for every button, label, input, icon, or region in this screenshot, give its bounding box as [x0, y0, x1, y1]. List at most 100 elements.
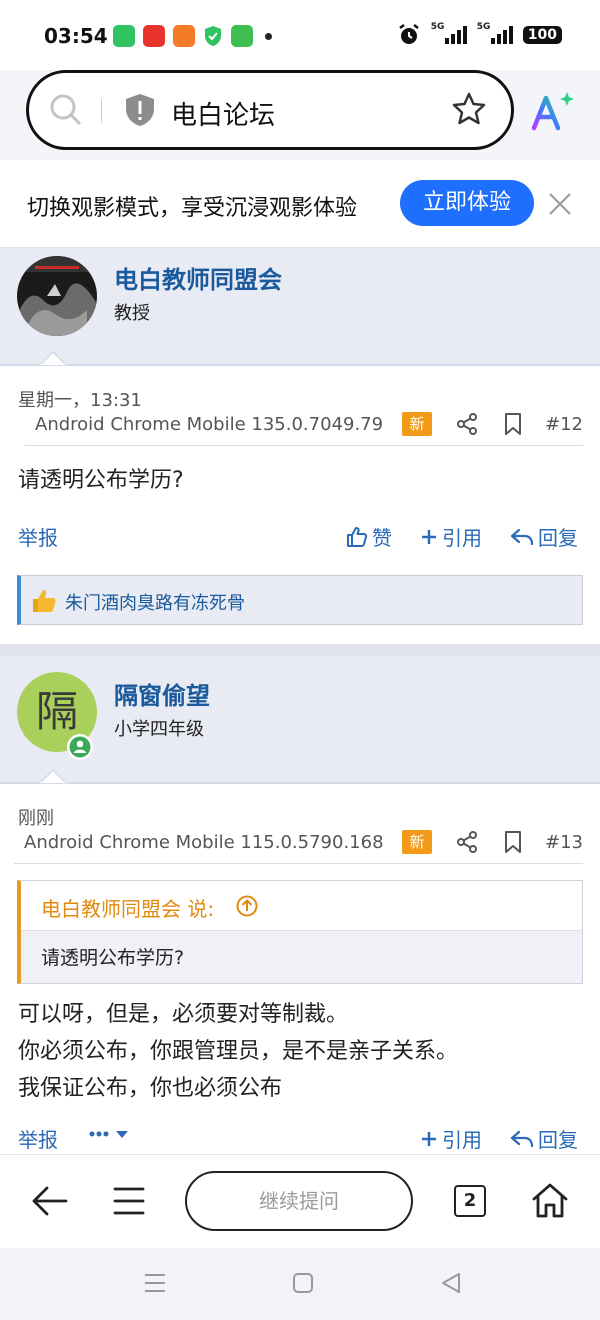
menu-icon[interactable]: [112, 1185, 146, 1217]
post-number[interactable]: #13: [545, 832, 583, 853]
promo-text: 切换观影模式，享受沉浸观影体验: [27, 196, 358, 221]
new-badge: 新: [402, 830, 432, 854]
ai-assistant-icon[interactable]: [530, 90, 574, 134]
post-body: 请透明公布学历?: [18, 462, 184, 499]
user-rank: 教授: [114, 303, 150, 324]
alarm-clock-icon: [399, 24, 419, 44]
url-text[interactable]: 电白论坛: [171, 95, 275, 132]
back-arrow-icon[interactable]: [30, 1183, 70, 1219]
close-icon[interactable]: [546, 190, 574, 218]
post-meta: Android Chrome Mobile 115.0.5790.168 新 #…: [14, 830, 583, 864]
reply-button[interactable]: 回复: [510, 522, 578, 551]
post-body-line: 请透明公布学历?: [18, 468, 184, 493]
try-now-button[interactable]: 立即体验: [400, 180, 534, 226]
share-icon[interactable]: [455, 412, 479, 436]
report-link[interactable]: 举报: [18, 1124, 58, 1153]
home-square-icon[interactable]: [292, 1272, 314, 1294]
likes-bar[interactable]: 朱门酒肉臭路有冻死骨: [17, 575, 583, 625]
quote-label: 引用: [442, 1128, 482, 1152]
quote-button[interactable]: 引用: [420, 1124, 482, 1153]
tabs-count-button[interactable]: 2: [454, 1185, 486, 1217]
signal-icon-1: 5G: [431, 22, 467, 44]
post-actions: 举报 引用 回复: [18, 1124, 584, 1154]
post-time: 刚刚: [18, 808, 54, 829]
recent-apps-icon[interactable]: [144, 1272, 166, 1294]
thumbs-up-emoji-icon: [33, 590, 56, 612]
post-author-header: 电白教师同盟会 教授: [0, 248, 600, 366]
plus-icon: [422, 1131, 436, 1146]
quote-label: 引用: [442, 526, 482, 550]
post-13: 隔 隔窗偷望 小学四年级 刚刚 Android Chrome Mobile 11…: [0, 656, 600, 1154]
browser-bottom-nav: 继续提问 2: [0, 1154, 600, 1248]
header-pointer: [40, 352, 66, 365]
new-badge: 新: [402, 412, 432, 436]
username[interactable]: 隔窗偷望: [114, 676, 210, 711]
notification-icons: [113, 25, 272, 47]
viewing-mode-banner: 切换观影模式，享受沉浸观影体验 立即体验: [0, 160, 600, 248]
system-status: 5G 5G 100: [397, 22, 562, 47]
battery-icon: 100: [522, 26, 562, 44]
reply-button[interactable]: 回复: [510, 1124, 578, 1153]
quote-author[interactable]: 电白教师同盟会 说:: [41, 893, 214, 922]
thumbs-up-icon: [347, 526, 368, 547]
user-agent: Android Chrome Mobile 115.0.5790.168: [24, 832, 384, 853]
battery-app-icon: [113, 25, 135, 47]
chat-app-icon: [231, 25, 253, 47]
reply-label: 回复: [538, 526, 578, 550]
post-body: 可以呀，但是，必须要对等制裁。 你必须公布，你跟管理员，是不是亲子关系。 我保证…: [18, 996, 458, 1107]
share-icon[interactable]: [455, 830, 479, 854]
more-menu[interactable]: [88, 1124, 132, 1144]
signal-icon-2: 5G: [477, 22, 513, 44]
quote-author-text: 电白教师同盟会 说:: [41, 897, 215, 921]
quote-header: 电白教师同盟会 说:: [21, 881, 582, 931]
post-body-line: 你必须公布，你跟管理员，是不是亲子关系。: [18, 1039, 459, 1064]
status-time: 03:54: [44, 24, 108, 48]
bookmark-icon[interactable]: [503, 830, 523, 854]
plus-icon: [422, 529, 436, 544]
post-meta: Android Chrome Mobile 135.0.7049.79 新 #1…: [25, 412, 583, 446]
post-body-line: 可以呀，但是，必须要对等制裁。: [18, 1002, 349, 1027]
bookmark-icon[interactable]: [503, 412, 523, 436]
home-icon[interactable]: [530, 1181, 570, 1219]
reply-icon: [510, 528, 534, 545]
quote-button[interactable]: 引用: [420, 522, 482, 551]
avatar-image: [17, 256, 97, 336]
status-bar: 03:54 5G 5G 100: [0, 0, 600, 70]
security-shield-icon: [205, 26, 221, 46]
quote-block: 电白教师同盟会 说: 请透明公布学历?: [17, 880, 583, 984]
user-rank: 小学四年级: [114, 719, 204, 740]
avatar[interactable]: [17, 256, 97, 336]
jump-up-circle-icon[interactable]: [236, 895, 258, 917]
more-notifications-dot: [265, 32, 272, 40]
shopping-app-icon: [143, 25, 165, 47]
liked-by-text: 朱门酒肉臭路有冻死骨: [65, 593, 245, 614]
quote-text: 请透明公布学历?: [41, 947, 185, 969]
more-dots-chevron-icon: [89, 1131, 128, 1138]
post-divider: [0, 644, 600, 656]
header-pointer: [40, 770, 66, 783]
post-body-line: 我保证公布，你也必须公布: [18, 1076, 283, 1101]
address-bar-divider: [101, 99, 102, 123]
quote-body: 请透明公布学历?: [21, 931, 582, 983]
like-label: 赞: [372, 526, 392, 550]
post-number[interactable]: #12: [545, 414, 583, 435]
user-agent: Android Chrome Mobile 135.0.7049.79: [35, 414, 384, 435]
report-link[interactable]: 举报: [18, 522, 58, 551]
system-navigation-bar: [0, 1248, 600, 1320]
delivery-app-icon: [173, 25, 195, 47]
reply-label: 回复: [538, 1128, 578, 1152]
post-time: 星期一，13:31: [18, 390, 142, 411]
back-triangle-icon[interactable]: [440, 1272, 462, 1294]
favorite-star-icon[interactable]: [451, 91, 487, 127]
post-12: 电白教师同盟会 教授 星期一，13:31 Android Chrome Mobi…: [0, 248, 600, 644]
online-user-icon: [67, 734, 93, 760]
reply-icon: [510, 1130, 534, 1147]
username[interactable]: 电白教师同盟会: [114, 260, 282, 295]
search-icon[interactable]: [49, 93, 83, 127]
site-security-icon[interactable]: [123, 92, 157, 128]
address-bar[interactable]: 电白论坛: [26, 70, 514, 150]
like-button[interactable]: 赞: [346, 522, 392, 551]
post-actions: 举报 赞 引用 回复: [18, 522, 584, 552]
post-author-header: 隔 隔窗偷望 小学四年级: [0, 656, 600, 784]
continue-asking-button[interactable]: 继续提问: [185, 1171, 413, 1231]
